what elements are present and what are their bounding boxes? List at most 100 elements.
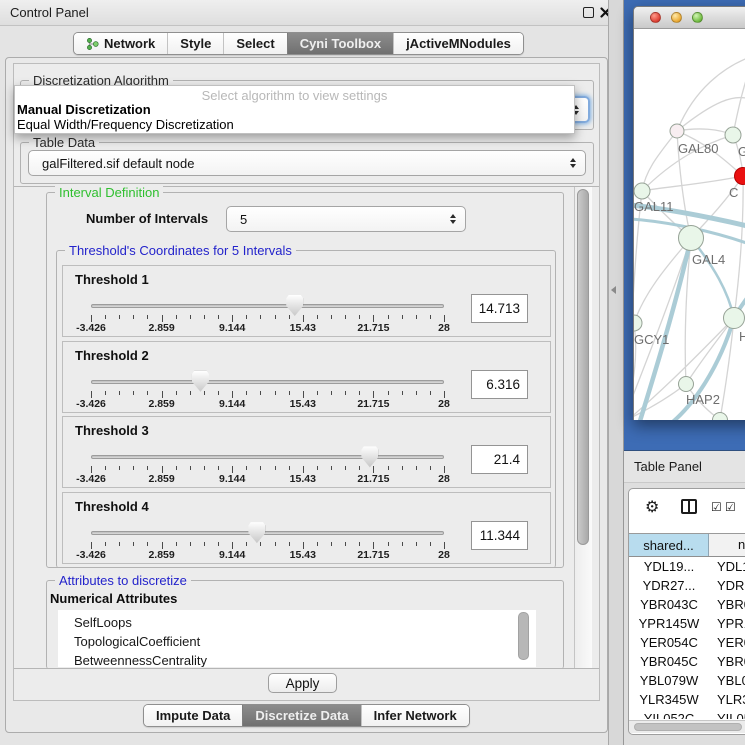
dropdown-placeholder-option[interactable]: Select algorithm to view settings [15, 86, 574, 102]
table-row[interactable]: YBR045CYBR045C [629, 652, 745, 671]
network-edge[interactable] [642, 131, 677, 191]
table-row[interactable]: YER054CYER054C [629, 633, 745, 652]
slider-tick-label: 9.144 [200, 398, 264, 410]
slider-tick [444, 391, 445, 398]
dropdown-option-manual[interactable]: Manual Discretization [15, 102, 574, 117]
slider-tick [289, 542, 290, 546]
slider-track[interactable] [91, 380, 444, 384]
table-row[interactable]: YBL079WYBL079W [629, 671, 745, 690]
network-node-gal11[interactable] [634, 183, 650, 199]
threshold-value-field[interactable]: 21.4 [471, 445, 528, 474]
network-node-gal4[interactable] [679, 226, 704, 251]
network-window-titlebar[interactable] [634, 7, 745, 29]
list-item[interactable]: TopologicalCoefficient [74, 632, 200, 651]
tab-impute-data[interactable]: Impute Data [144, 705, 242, 726]
network-edge[interactable] [733, 74, 745, 135]
close-light-icon[interactable] [650, 12, 661, 23]
list-item[interactable]: SelfLoops [74, 613, 132, 632]
tab-label: jActiveMNodules [406, 36, 511, 51]
network-node-h[interactable] [724, 308, 745, 329]
table-hscrollbar-track[interactable] [629, 720, 745, 733]
num-intervals-combobox[interactable]: 5 [226, 206, 466, 232]
gear-icon[interactable]: ⚙ [645, 497, 659, 516]
table-hscrollbar-thumb[interactable] [634, 723, 742, 731]
tab-infer-network[interactable]: Infer Network [361, 705, 469, 726]
slider-track[interactable] [91, 304, 444, 308]
bottom-tab-bar: Impute DataDiscretize DataInfer Network [143, 704, 470, 727]
slider-tick [345, 391, 346, 395]
network-node-gal80[interactable] [670, 124, 684, 138]
slider-track[interactable] [91, 531, 444, 535]
network-edge[interactable] [677, 57, 745, 131]
split-view-icon[interactable] [681, 499, 697, 514]
slider-thumb[interactable] [286, 295, 303, 316]
table-row[interactable]: YIL052CYIL052C [629, 709, 745, 719]
network-canvas[interactable]: GAL80GACGAL11GAL4GCY1HHAP2 [634, 29, 745, 420]
checkbox-icon[interactable]: ☑ [711, 500, 722, 514]
panel-splitter[interactable] [608, 0, 624, 745]
network-node-gcy1[interactable] [634, 315, 642, 331]
slider-tick [246, 315, 247, 319]
network-edge-highlighted[interactable] [691, 238, 734, 318]
slider-tick [303, 542, 304, 549]
zoom-light-icon[interactable] [692, 12, 703, 23]
network-node-ga[interactable] [725, 127, 741, 143]
table-row[interactable]: YDL19...YDL19... [629, 557, 745, 576]
threshold-value-field[interactable]: 14.713 [471, 294, 528, 323]
cell-shared-name: YIL052C [629, 709, 709, 719]
tab-style[interactable]: Style [167, 33, 223, 54]
table-row[interactable]: YBR043CYBR043C [629, 595, 745, 614]
slider-tick [190, 542, 191, 546]
slider-tick [176, 315, 177, 319]
threshold-value-field[interactable]: 6.316 [471, 370, 528, 399]
network-edge[interactable] [642, 176, 743, 191]
tab-jactivemnodules[interactable]: jActiveMNodules [393, 33, 523, 54]
threshold-panel: Threshold 3-3.4262.8599.14415.4321.71528… [62, 416, 551, 488]
tab-network[interactable]: Network [74, 33, 167, 54]
slider-tick [204, 391, 205, 395]
slider-tick [133, 391, 134, 395]
table-row[interactable]: YPR145WYPR145W [629, 614, 745, 633]
tab-cyni-toolbox[interactable]: Cyni Toolbox [287, 33, 393, 54]
table-data-combobox[interactable]: galFiltered.sif default node [28, 150, 586, 176]
num-intervals-label: Number of Intervals [86, 211, 208, 226]
slider-thumb[interactable] [248, 522, 265, 543]
column-header-shared-name[interactable]: shared... [629, 534, 709, 556]
slider-tick [91, 466, 92, 473]
network-node-hap2[interactable] [679, 377, 694, 392]
apply-button[interactable]: Apply [268, 673, 337, 693]
slider-track[interactable] [91, 455, 444, 459]
minimize-light-icon[interactable] [671, 12, 682, 23]
slider-tick [416, 542, 417, 546]
cell-shared-name: YER054C [629, 633, 709, 652]
slider-thumb[interactable] [192, 371, 209, 392]
slider-tick [218, 542, 219, 546]
dropdown-option-equal-width[interactable]: Equal Width/Frequency Discretization [15, 117, 574, 132]
tab-select[interactable]: Select [223, 33, 286, 54]
slider-tick-label: 9.144 [200, 322, 264, 334]
main-scrollbar-thumb[interactable] [577, 189, 589, 545]
network-node[interactable] [713, 413, 728, 421]
threshold-value-field[interactable]: 11.344 [471, 521, 528, 550]
slider-tick [119, 542, 120, 546]
tab-label: Cyni Toolbox [300, 36, 381, 51]
slider-tick [388, 315, 389, 319]
tab-discretize-data[interactable]: Discretize Data [242, 705, 360, 726]
slider-thumb[interactable] [361, 446, 378, 467]
list-scrollbar-thumb[interactable] [518, 612, 529, 660]
slider-tick [91, 391, 92, 398]
table-row[interactable]: YLR345WYLR345W [629, 690, 745, 709]
network-edge-highlighted[interactable] [640, 238, 691, 420]
slider-tick [260, 542, 261, 546]
checkbox-icon[interactable]: ☑ [725, 500, 736, 514]
slider-tick [91, 315, 92, 322]
column-header-name[interactable]: name [709, 534, 745, 556]
network-window[interactable]: GAL80GACGAL11GAL4GCY1HHAP2 [633, 6, 745, 420]
cell-name: YBR045C [717, 652, 745, 671]
float-window-icon[interactable] [583, 7, 594, 18]
list-item[interactable]: BetweennessCentrality [74, 651, 207, 667]
cell-name: YBR043C [717, 595, 745, 614]
table-row[interactable]: YDR27...YDR27... [629, 576, 745, 595]
numerical-attributes-list[interactable]: SelfLoopsTopologicalCoefficientBetweenne… [58, 610, 536, 667]
splitter-collapse-icon[interactable] [611, 286, 616, 294]
